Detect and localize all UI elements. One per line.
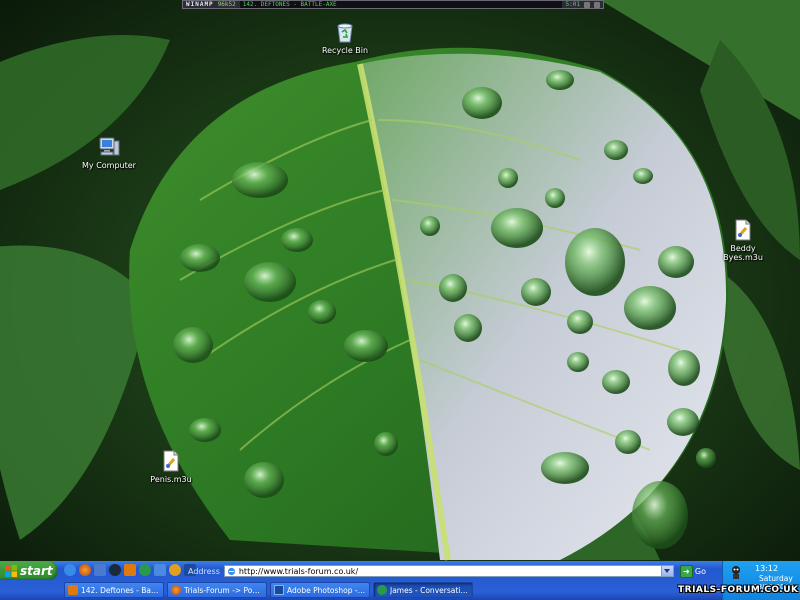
task-label: James - Conversation [390,585,469,595]
clock-time[interactable]: 13:12 [755,564,778,573]
recycle-bin-icon [337,23,353,43]
task-label: Adobe Photoshop - [... [287,585,366,595]
desktop-icon-label: Beddy Byes.m3u [723,244,763,262]
show-desktop-icon[interactable] [154,564,166,576]
page-icon [227,567,235,575]
tray-mascot-icon[interactable] [728,564,744,580]
go-label: Go [694,566,706,576]
start-label: start [20,563,53,578]
msn-icon[interactable] [139,564,151,576]
firefox-icon[interactable] [79,564,91,576]
media-player-icon[interactable] [169,564,181,576]
msn-icon [377,585,387,595]
clock-day: Saturday [759,574,793,583]
playlist-file-icon [735,219,751,241]
desktop-icon-my-computer[interactable]: My Computer [69,135,149,170]
winamp-icon[interactable] [124,564,136,576]
winamp-track-title: 142. DEFTONES - BATTLE-AXE [239,1,562,8]
desktop-icon-recycle-bin[interactable]: Recycle Bin [305,20,385,55]
desktop-icon-label: Recycle Bin [321,46,369,55]
winamp-icon [68,585,78,595]
outlook-icon[interactable] [94,564,106,576]
desktop-icon-penis[interactable]: Penis.m3u [131,449,211,484]
winamp-minimize-button[interactable] [584,1,590,8]
desktop-wallpaper [0,0,800,600]
address-dropdown-button[interactable] [660,566,673,576]
firefox-icon [171,585,181,595]
task-list: 142. Deftones - Battl... Trials-Forum ->… [64,582,473,599]
task-button-firefox[interactable]: Trials-Forum -> Post ... [167,582,267,598]
task-button-photoshop[interactable]: Adobe Photoshop - [... [270,582,370,598]
address-input[interactable] [238,566,658,576]
my-computer-icon [99,137,120,156]
task-button-msn[interactable]: James - Conversation [373,582,473,598]
task-label: 142. Deftones - Battl... [81,585,160,595]
desktop-icon-label: Penis.m3u [150,475,192,484]
steam-icon[interactable] [109,564,121,576]
winamp-close-button[interactable] [594,1,600,8]
task-label: Trials-Forum -> Post ... [184,585,263,595]
internet-explorer-icon[interactable] [64,564,76,576]
winamp-bitrate: 96k52 [217,1,236,8]
start-button[interactable]: start [0,561,58,580]
address-toolbar: Address ➜ Go [188,563,716,579]
quick-launch [64,564,196,578]
winamp-title: WINAMP [186,1,214,8]
desktop-icon-beddy-byes[interactable]: Beddy Byes.m3u [703,218,783,262]
winamp-time: 5:01 [565,1,580,8]
desktop-icon-label: My Computer [82,161,136,170]
address-box [223,565,674,577]
playlist-file-icon [163,450,179,472]
watermark: TRIALS-FORUM.CO.UK [678,585,799,595]
go-button[interactable]: ➜ Go [678,564,716,578]
winamp-mini-player[interactable]: WINAMP 96k52 142. DEFTONES - BATTLE-AXE … [182,0,604,9]
chevron-down-icon [664,569,671,573]
address-label: Address [188,566,220,576]
task-button-winamp[interactable]: 142. Deftones - Battl... [64,582,164,598]
arrow-right-icon: ➜ [679,564,693,578]
photoshop-icon [274,585,284,595]
windows-flag-icon [5,564,17,577]
